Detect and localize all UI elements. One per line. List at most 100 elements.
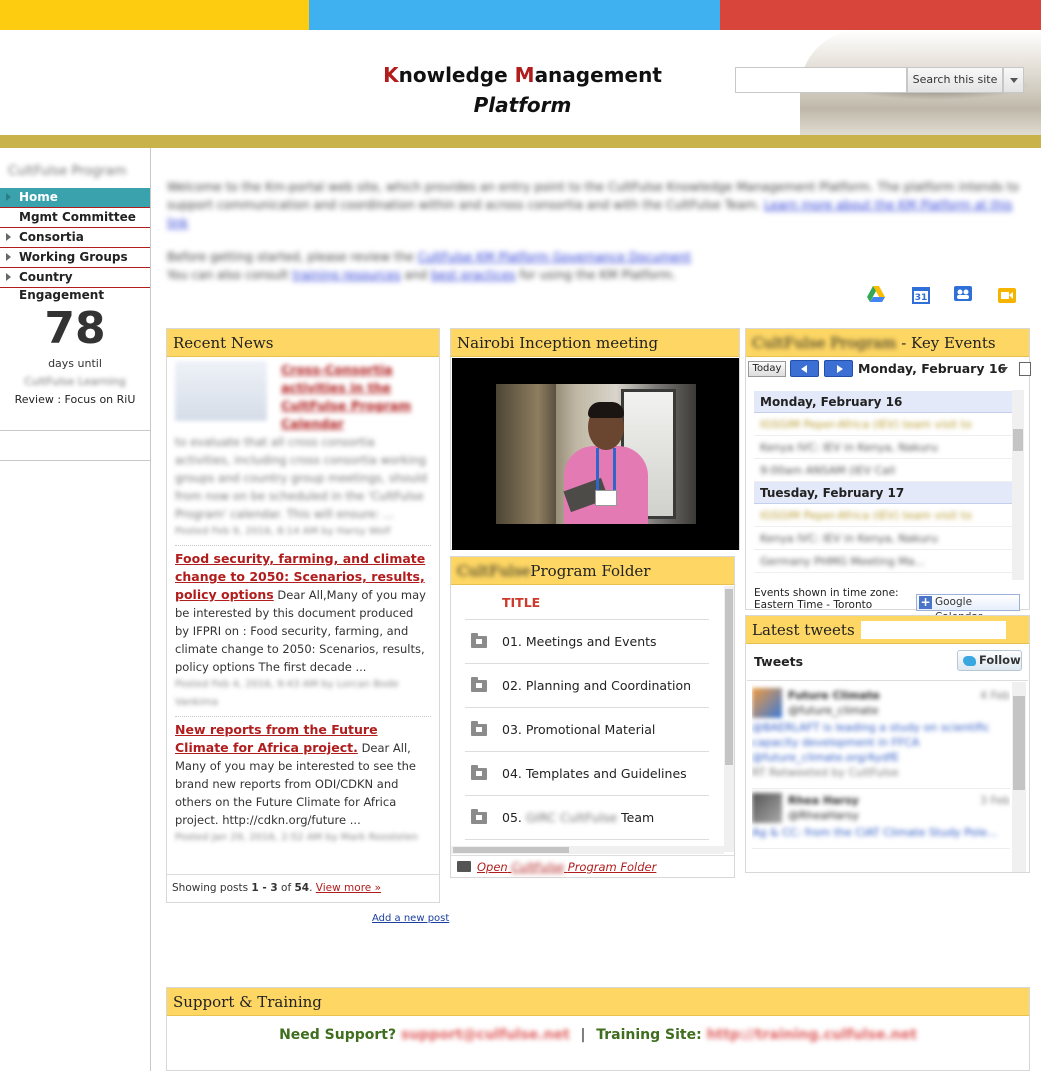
add-post-link[interactable]: Add a new post bbox=[372, 913, 449, 924]
photo-curtain bbox=[496, 384, 556, 524]
tweet-author-handle: @RheaHarsy bbox=[788, 809, 859, 822]
agenda-scrollbar[interactable] bbox=[1012, 390, 1024, 580]
sidebar-item-mgmt-committee[interactable]: Mgmt Committee bbox=[0, 208, 150, 228]
top-color-bar bbox=[0, 0, 1041, 30]
tweet-author: Rhea Harsy @RheaHarsy bbox=[752, 793, 859, 823]
sidebar-item-consortia[interactable]: Consortia bbox=[0, 228, 150, 248]
folder-row[interactable]: 05. GIRC CultFulse Team bbox=[465, 796, 709, 840]
event-title: Kenya IVC: IEV in Kenya, Nakuru bbox=[760, 441, 938, 454]
sidebar-item-label: Home bbox=[19, 190, 58, 204]
current-date: Monday, February 16 bbox=[858, 361, 1007, 376]
training-site-link[interactable]: http://training.culfulse.net bbox=[707, 1027, 917, 1043]
tweet-header: Rhea Harsy @RheaHarsy 3 Feb bbox=[752, 793, 1010, 823]
event-title: 9:00am ANSAM (IEV Call bbox=[760, 464, 896, 477]
agenda-event[interactable]: Germany PHMG Meeting Ma... bbox=[754, 550, 1012, 573]
hangout-icon[interactable] bbox=[997, 285, 1017, 305]
news-footer-total: 54 bbox=[294, 882, 310, 894]
view-more-link[interactable]: View more » bbox=[316, 882, 381, 894]
latest-tweets-gadget: Latest tweets Tweets Follow Future Clima… bbox=[745, 615, 1030, 873]
drive-icon[interactable] bbox=[866, 284, 886, 304]
best-practices-link[interactable]: best practices bbox=[431, 268, 516, 282]
title-initial-m: M bbox=[514, 63, 535, 87]
search-input[interactable] bbox=[735, 67, 907, 93]
groups-icon[interactable] bbox=[953, 284, 973, 304]
support-email-link[interactable]: support@culfulse.net bbox=[401, 1027, 570, 1043]
timezone-label: Events shown in time zone: bbox=[754, 587, 899, 599]
news-post-header: Cross-Consortia activities in the CultFu… bbox=[175, 361, 431, 433]
tweet-text: @BAERLAFT is leading a study on scientif… bbox=[752, 721, 990, 764]
photo-lanyard bbox=[596, 448, 616, 494]
tweet-item[interactable]: Rhea Harsy @RheaHarsy 3 Feb Ag & CC: from… bbox=[752, 789, 1010, 849]
folder-row[interactable]: 03. Promotional Material bbox=[465, 708, 709, 752]
today-button[interactable]: Today bbox=[748, 361, 786, 377]
agenda-event[interactable]: Kenya IVC: IEV in Kenya, Nakuru bbox=[754, 436, 1012, 459]
sidebar-nav: Home Mgmt Committee Consortia Working Gr… bbox=[0, 188, 150, 302]
shared-folder-icon bbox=[471, 633, 487, 648]
calendar-icon[interactable]: 31 bbox=[911, 285, 931, 305]
folder-name: 05. bbox=[502, 810, 522, 825]
support-training-gadget: Support & Training Need Support? support… bbox=[166, 987, 1030, 1071]
agenda-event[interactable]: IGSGIM Peper-Africa (IEV) team visit to bbox=[754, 413, 1012, 436]
expand-arrow-icon[interactable] bbox=[6, 273, 11, 281]
google-calendar-button[interactable]: +Google Calendar bbox=[916, 594, 1020, 623]
list-item: New reports from the Future Climate for … bbox=[175, 721, 431, 851]
expand-arrow-icon[interactable] bbox=[6, 253, 11, 261]
inception-meeting-title: Nairobi Inception meeting bbox=[451, 329, 739, 357]
news-list: Cross-Consortia activities in the CultFu… bbox=[167, 357, 439, 859]
sidebar-divider bbox=[0, 430, 150, 431]
key-events-gadget: CultFulse Program - Key Events Today Mon… bbox=[745, 328, 1031, 623]
expand-arrow-icon bbox=[6, 193, 11, 201]
governance-doc-link[interactable]: CultFulse KM Platform Governance Documen… bbox=[418, 250, 692, 264]
list-item: Food security, farming, and climate chan… bbox=[175, 550, 431, 717]
search-options-dropdown[interactable] bbox=[1003, 67, 1024, 93]
latest-tweets-label: Latest tweets bbox=[752, 621, 855, 639]
svg-text:31: 31 bbox=[915, 293, 928, 303]
tweet-item[interactable]: Future Climate @future_climate 4 Feb @BAE… bbox=[752, 684, 1010, 789]
chevron-down-icon[interactable] bbox=[1000, 367, 1008, 372]
folder-row[interactable]: 04. Templates and Guidelines bbox=[465, 752, 709, 796]
folder-row[interactable]: 02. Planning and Coordination bbox=[465, 664, 709, 708]
follow-label: Follow bbox=[979, 653, 1021, 667]
print-icon[interactable] bbox=[1019, 362, 1031, 376]
intro-text-segment: You can also consult bbox=[167, 268, 289, 282]
event-title: Germany PHMG Meeting Ma... bbox=[760, 555, 926, 568]
inception-meeting-gadget: Nairobi Inception meeting bbox=[450, 328, 740, 550]
column-header-title[interactable]: TITLE bbox=[465, 586, 709, 620]
sidebar-program-title: CultFulse Program bbox=[8, 164, 127, 179]
folder-horizontal-scrollbar-thumb[interactable] bbox=[453, 847, 569, 853]
folder-name: Team bbox=[621, 810, 655, 825]
sidebar: CultFulse Program Home Mgmt Committee Co… bbox=[0, 148, 151, 1071]
training-resources-link[interactable]: training resources bbox=[292, 268, 400, 282]
agenda-event[interactable]: Kenya IVC: IEV in Kenya, Nakuru bbox=[754, 527, 1012, 550]
site-title[interactable]: Knowledge Management Platform bbox=[360, 60, 685, 120]
agenda-scrollbar-thumb[interactable] bbox=[1013, 429, 1023, 451]
expand-arrow-icon[interactable] bbox=[6, 233, 11, 241]
support-body: Need Support? support@culfulse.net | Tra… bbox=[167, 1016, 1029, 1054]
intro-text-segment: for using the KM Platform. bbox=[519, 268, 676, 282]
open-folder-text: Open bbox=[477, 860, 508, 874]
event-title: Kenya IVC: IEV in Kenya, Nakuru bbox=[760, 532, 938, 545]
tweets-scrollbar-thumb[interactable] bbox=[1013, 696, 1025, 790]
twitter-bird-icon bbox=[963, 656, 976, 666]
sidebar-item-country-engagement[interactable]: Country Engagement bbox=[0, 268, 150, 302]
news-post-title[interactable]: Cross-Consortia activities in the CultFu… bbox=[281, 361, 431, 433]
next-arrow-icon[interactable] bbox=[824, 360, 853, 377]
previous-arrow-icon[interactable] bbox=[790, 360, 819, 377]
folder-row[interactable]: 01. Meetings and Events bbox=[465, 620, 709, 664]
tweet-author: Future Climate @future_climate bbox=[752, 688, 880, 718]
tweet-time: 4 Feb bbox=[980, 689, 1010, 702]
agenda-event[interactable]: IGSGIM Peper-Africa (IEV) team visit to bbox=[754, 504, 1012, 527]
recent-news-gadget: Recent News Cross-Consortia activities i… bbox=[166, 328, 440, 903]
intro-text: Welcome to the Km-portal web site, which… bbox=[167, 178, 1029, 284]
news-post-title[interactable]: New reports from the Future Climate for … bbox=[175, 722, 378, 755]
folder-scrollbar-thumb[interactable] bbox=[725, 589, 733, 765]
sidebar-item-working-groups[interactable]: Working Groups bbox=[0, 248, 150, 268]
follow-button[interactable]: Follow bbox=[957, 650, 1022, 671]
tweet-author-text: Rhea Harsy @RheaHarsy bbox=[788, 793, 859, 823]
open-folder-link[interactable]: Open CultFulse Program Folder bbox=[477, 860, 656, 874]
countdown-label: days until bbox=[48, 357, 102, 370]
meeting-photo[interactable] bbox=[496, 384, 696, 524]
agenda-event[interactable]: 9:00am ANSAM (IEV Call bbox=[754, 459, 1012, 482]
sidebar-item-home[interactable]: Home bbox=[0, 188, 150, 208]
search-button[interactable]: Search this site bbox=[907, 67, 1003, 93]
